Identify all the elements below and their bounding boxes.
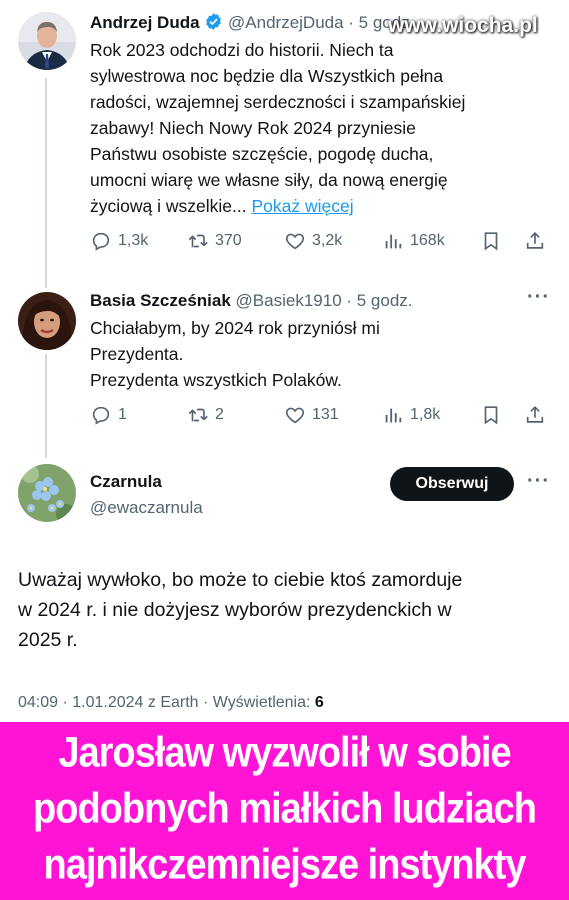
watermark-logo: www.wiocha.pl	[388, 14, 538, 37]
tweet-text-line: Chciałabym, by 2024 rok przyniósł mi	[90, 318, 380, 338]
tweet-handle-row: @ewaczarnula	[90, 498, 203, 518]
follow-button[interactable]: Obserwuj	[390, 467, 514, 501]
display-name[interactable]: Basia Szcześniak	[90, 291, 231, 310]
tweet-actions: 1,3k 370 3,2k 168k	[90, 228, 559, 254]
bookmark-icon	[484, 232, 498, 251]
tweet-text-line: Prezydenta.	[90, 344, 184, 364]
heart-icon	[285, 407, 305, 424]
show-more-link[interactable]: Pokaż więcej	[251, 196, 353, 216]
bookmark-icon	[484, 406, 498, 425]
views-count: 168k	[410, 232, 445, 249]
views-chart-icon	[385, 408, 402, 423]
like-count: 131	[312, 406, 339, 423]
reply-count: 1,3k	[118, 232, 149, 249]
like-button[interactable]: 3,2k	[284, 230, 382, 252]
tweet-text-line: zabawy! Niech Nowy Rok 2024 przyniesie	[90, 118, 416, 138]
tweet-text-line: Prezydenta wszystkich Polaków.	[90, 370, 342, 390]
views-button[interactable]: 168k	[382, 230, 480, 252]
like-count: 3,2k	[312, 232, 343, 249]
reply-button[interactable]: 1,3k	[90, 230, 187, 252]
tweet-text-line: Rok 2023 odchodzi do historii. Niech ta	[90, 40, 394, 60]
tweet-header: Czarnula	[90, 472, 162, 492]
user-handle[interactable]: @ewaczarnula	[90, 498, 203, 517]
reply-button[interactable]: 1	[90, 404, 187, 426]
avatar-czarnula[interactable]	[18, 464, 76, 522]
tweet-view-count: 6	[314, 694, 324, 711]
tweet-text-line: w 2024 r. i nie dożyjesz wyborów prezyde…	[18, 599, 452, 621]
user-handle[interactable]: @AndrzejDuda · 5 godz.	[228, 13, 414, 32]
share-button[interactable]	[524, 404, 546, 426]
avatar-basia-szczesniak[interactable]	[18, 292, 76, 350]
caption-line: podobnych miałkich ludziach	[33, 785, 537, 833]
caption-line: Jarosław wyzwolił w sobie	[58, 729, 511, 777]
tweet-text: Rok 2023 odchodzi do historii. Niech ta …	[90, 37, 465, 219]
retweet-button[interactable]: 370	[187, 230, 284, 252]
tweet-header: Basia Szcześniak @Basiek1910 · 5 godz.	[90, 291, 413, 311]
retweet-icon	[188, 408, 208, 422]
share-icon	[526, 232, 544, 249]
thread-line-1	[45, 78, 47, 288]
tweet-text-line: Państwu osobiste szczęście, pogodę ducha…	[90, 144, 434, 164]
thread-line-2	[45, 354, 47, 458]
caption-line: najnikczemniejsze instynkty	[43, 841, 527, 889]
views-button[interactable]: 1,8k	[382, 404, 480, 426]
views-count: 1,8k	[410, 406, 441, 423]
retweet-count: 2	[215, 406, 224, 423]
tweet-text-line: Uważaj wywłoko, bo może to ciebie ktoś z…	[18, 569, 463, 591]
retweet-icon	[188, 234, 208, 248]
more-options-icon[interactable]: ···	[527, 470, 550, 493]
share-icon	[526, 406, 544, 423]
retweet-count: 370	[215, 232, 242, 249]
tweet-text-fragment: życiową i wszelkie...	[90, 196, 247, 216]
tweet-header: Andrzej Duda @AndrzejDuda · 5 godz.	[90, 12, 414, 36]
bookmark-button[interactable]	[480, 404, 524, 426]
user-handle[interactable]: @Basiek1910 · 5 godz.	[236, 291, 413, 310]
avatar-andrzej-duda[interactable]	[18, 12, 76, 70]
like-button[interactable]: 131	[284, 404, 382, 426]
tweet-text: Chciałabym, by 2024 rok przyniósł mi Pre…	[90, 315, 380, 393]
tweet-timestamp[interactable]: 04:09 · 1.01.2024 z Earth · Wyświetlenia…	[18, 694, 310, 711]
tweet-text-line: sylwestrowa noc będzie dla Wszystkich pe…	[90, 66, 444, 86]
reply-count: 1	[118, 406, 127, 423]
share-button[interactable]	[524, 230, 546, 252]
heart-icon	[285, 233, 305, 250]
bookmark-button[interactable]	[480, 230, 524, 252]
tweet-meta: 04:09 · 1.01.2024 z Earth · Wyświetlenia…	[18, 694, 324, 712]
tweet-text-line: 2025 r.	[18, 629, 78, 651]
caption-banner: Jarosław wyzwolił w sobie podobnych miał…	[0, 722, 569, 900]
reply-icon	[92, 232, 110, 251]
verified-badge-icon	[204, 12, 223, 36]
retweet-button[interactable]: 2	[187, 404, 284, 426]
tweet-actions: 1 2 131 1,8k	[90, 402, 559, 428]
tweet-text-line: umocni wiarę we własne siły, da nową ene…	[90, 170, 448, 190]
tweet-text-line: życiową i wszelkie... Pokaż więcej	[90, 193, 465, 219]
more-options-icon[interactable]: ···	[527, 286, 550, 309]
main-tweet-text: Uważaj wywłoko, bo może to ciebie ktoś z…	[18, 565, 558, 655]
display-name[interactable]: Andrzej Duda	[90, 13, 200, 32]
tweet-text-line: radości, wzajemnej serdeczności i szampa…	[90, 92, 466, 112]
views-chart-icon	[385, 234, 402, 249]
display-name[interactable]: Czarnula	[90, 472, 162, 491]
reply-icon	[92, 406, 110, 425]
